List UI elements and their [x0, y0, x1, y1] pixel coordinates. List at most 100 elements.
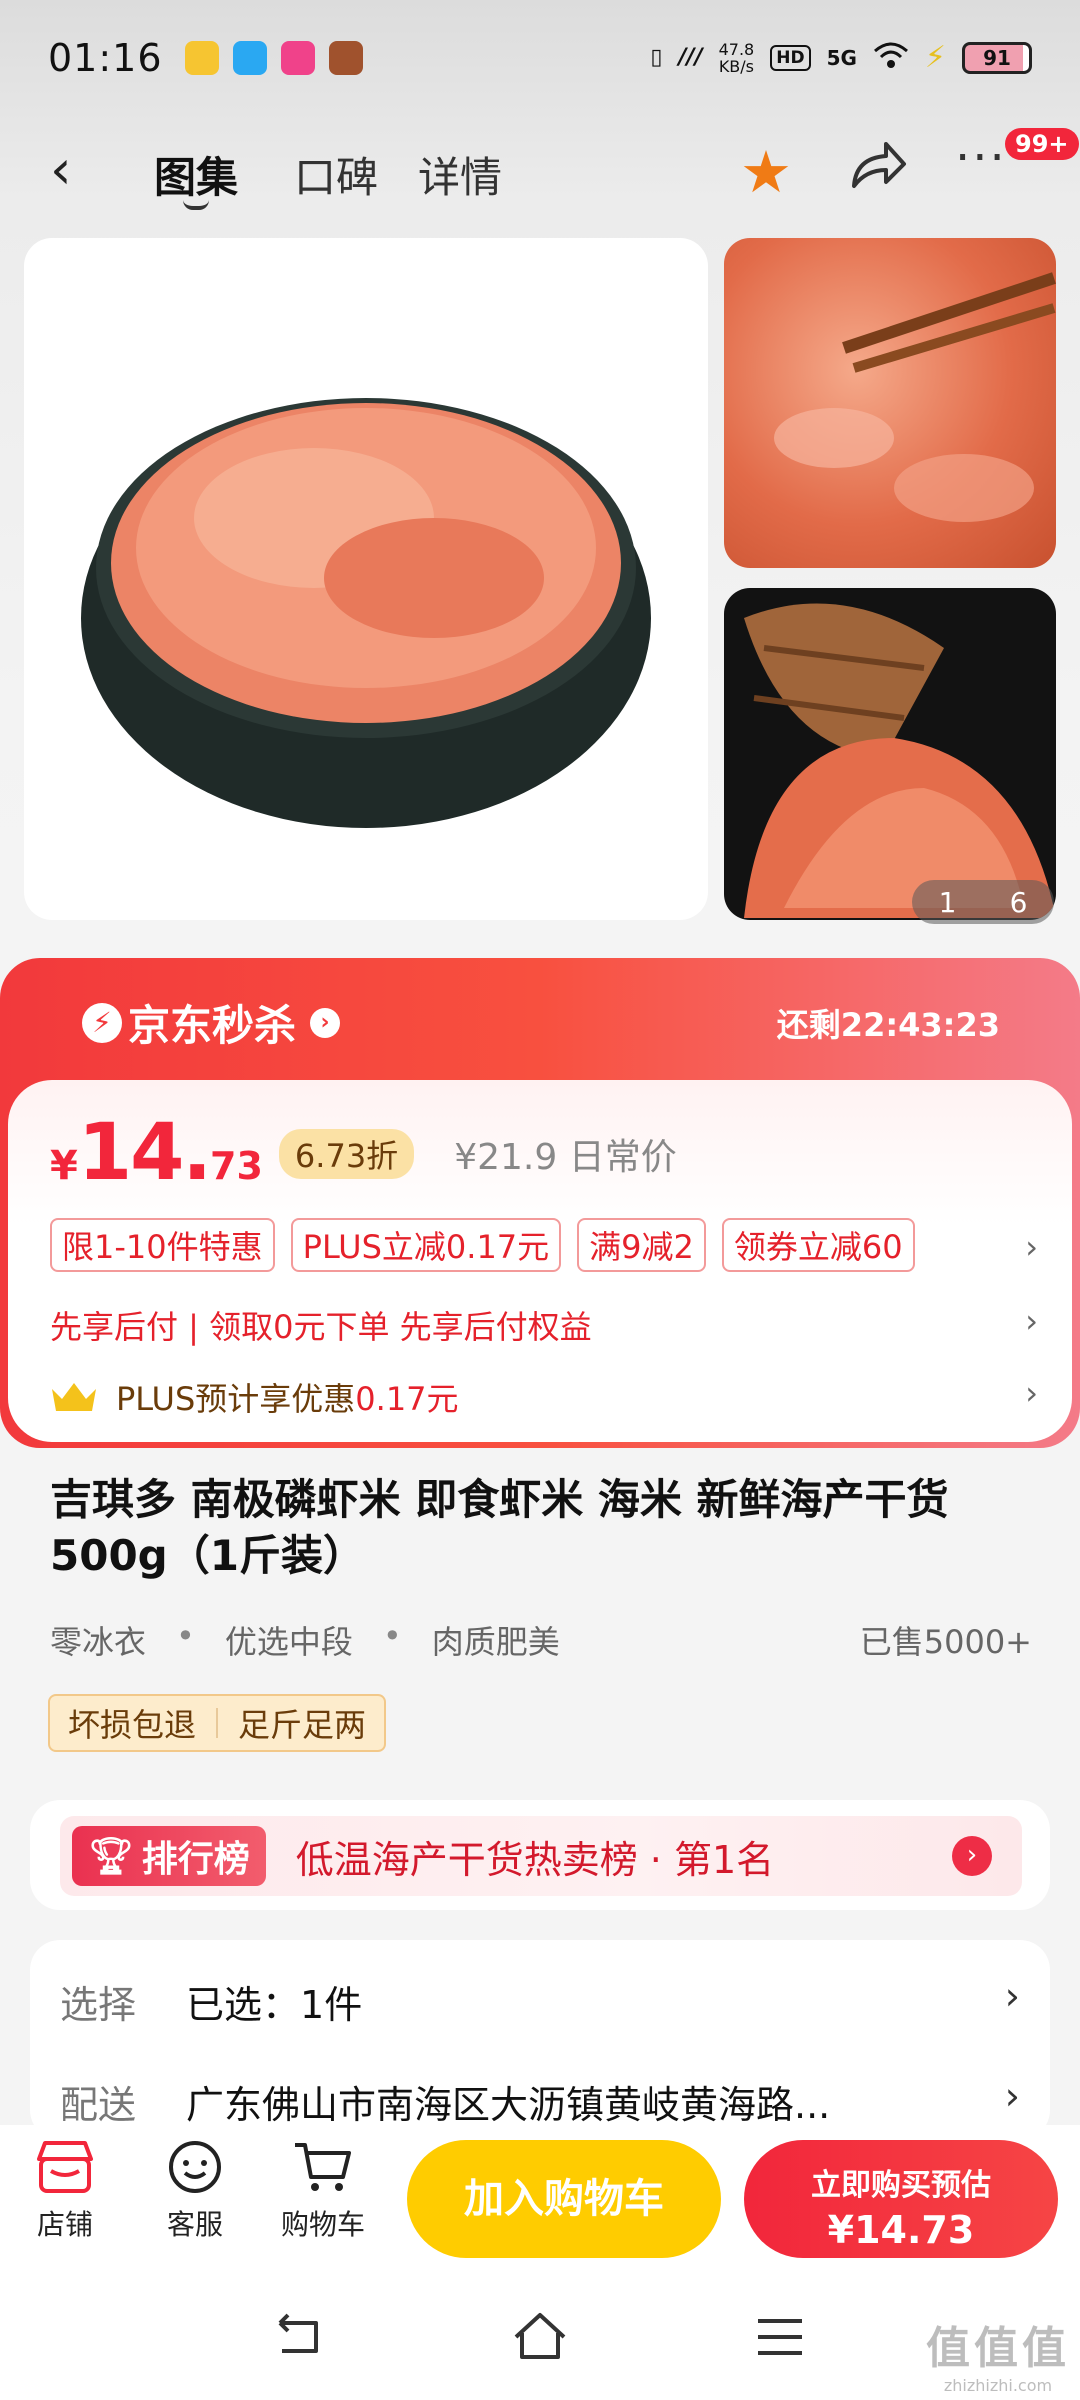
battery-icon: 91: [962, 41, 1032, 74]
feature-item: 肉质肥美: [431, 1623, 560, 1661]
tab-gallery[interactable]: 图集: [154, 144, 238, 205]
ranking-text: 低温海产干货热卖榜 · 第1名: [295, 1837, 775, 1882]
promise-item: 足斤足两: [238, 1706, 367, 1744]
status-bar: 01:16 ▯ /// 47.8 KB/s HD 5G ⚡ 91: [0, 0, 1080, 115]
system-navigation-bar: [0, 2285, 1080, 2400]
chevron-right-icon[interactable]: ›: [1025, 1302, 1038, 1340]
chevron-right-icon[interactable]: ›: [952, 1836, 992, 1876]
customer-service-button[interactable]: 客服: [140, 2137, 250, 2243]
store-icon: [37, 2141, 93, 2193]
ranking-banner[interactable]: 🏆︎ 排行榜 低温海产干货热卖榜 · 第1名 ›: [60, 1816, 1022, 1896]
product-features: 零冰衣 • 优选中段 • 肉质肥美: [50, 1617, 560, 1663]
ranking-badge: 🏆︎ 排行榜: [72, 1826, 266, 1886]
price-currency: ¥: [50, 1143, 78, 1189]
message-badge: 99+: [1005, 128, 1079, 160]
sold-count: 已售5000+: [859, 1623, 1032, 1661]
shrimp-basket-image: [744, 603, 1056, 918]
promo-tags[interactable]: 限1-10件特惠 PLUS立减0.17元 满9减2 领券立减60: [50, 1218, 915, 1272]
chevron-right-icon[interactable]: ›: [1025, 1228, 1038, 1266]
price-row: ¥ 14. 73 6.73折 ¥21.9 日常价: [50, 1108, 677, 1198]
trophy-icon: 🏆︎: [88, 1836, 134, 1877]
shrimp-chopsticks-image: [774, 272, 1056, 522]
delivery-address: 广东佛山市南海区大沥镇黄岐黄海路...: [186, 2083, 831, 2127]
select-value: 已选：1件: [186, 1983, 363, 2027]
separator-dot: •: [382, 1617, 402, 1655]
service-label: 客服: [166, 2208, 223, 2241]
game-notification-icon: [328, 40, 363, 75]
gallery-thumbnail-2[interactable]: [724, 588, 1056, 920]
buy-now-button[interactable]: 立即购买预估 ¥14.73: [744, 2140, 1058, 2258]
product-title: 吉琪多 南极磷虾米 即食虾米 海米 新鲜海产干货 500g（1斤装）: [50, 1475, 949, 1580]
notification-icons: [184, 40, 363, 75]
price-decimal: 73: [210, 1144, 263, 1188]
plus-amount: 0.17元: [355, 1380, 459, 1418]
customer-service-icon: [169, 2141, 221, 2193]
divider: [216, 1708, 219, 1738]
discount-badge: 6.73折: [278, 1129, 415, 1179]
net-speed: 47.8 KB/s: [719, 41, 755, 75]
net-speed-unit: KB/s: [718, 56, 755, 76]
ranking-card[interactable]: 🏆︎ 排行榜 低温海产干货热卖榜 · 第1名 ›: [30, 1800, 1050, 1910]
qq-notification-icon: [232, 40, 267, 75]
select-label: 选择: [60, 1983, 137, 2027]
shop-button[interactable]: 店铺: [10, 2137, 120, 2243]
bottom-action-bar: 店铺 客服 购物车 加入购物车 立即购买预估 ¥14.73: [0, 2125, 1080, 2285]
buy-now-label: 立即购买预估: [811, 2168, 991, 2203]
status-right: ▯ /// 47.8 KB/s HD 5G ⚡ 91: [650, 40, 1032, 75]
app-notification-icon: [184, 40, 219, 75]
signal-5g-icon: 5G: [826, 45, 857, 70]
product-info: 吉琪多 南极磷虾米 即食虾米 海米 新鲜海产干货 500g（1斤装） 零冰衣 •…: [0, 1452, 1080, 1782]
watermark-url: zhizhizhi.com: [943, 2376, 1053, 2395]
pay-later-row[interactable]: 先享后付 | 领取0元下单 先享后付权益: [50, 1302, 592, 1348]
system-back-icon[interactable]: [270, 2309, 326, 2365]
options-card: 选择 已选：1件 › 配送 广东佛山市南海区大沥镇黄岐黄海路... ›: [30, 1940, 1050, 2140]
charging-icon: ⚡: [924, 40, 946, 75]
chevron-right-icon[interactable]: ›: [1025, 1374, 1038, 1412]
price-integer: 14.: [77, 1108, 212, 1198]
shrimp-bowl-image: [81, 398, 651, 828]
back-icon[interactable]: ‹: [50, 138, 72, 201]
crown-icon: [52, 1383, 96, 1411]
image-counter-total: 6: [1009, 885, 1028, 919]
status-time: 01:16: [48, 35, 163, 80]
vibrate-icon: ▯: [650, 45, 663, 70]
chevron-right-icon: ›: [310, 1007, 341, 1038]
original-price: ¥21.9 日常价: [454, 1137, 677, 1178]
select-row[interactable]: 选择 已选：1件 ›: [60, 1974, 1020, 2029]
feature-item: 优选中段: [224, 1623, 353, 1661]
service-promises[interactable]: 坏损包退 足斤足两: [48, 1694, 387, 1752]
watermark: 值值值 zhizhizhi.com: [926, 2312, 1070, 2395]
gallery-thumbnail-1[interactable]: [724, 238, 1056, 568]
system-menu-icon[interactable]: [752, 2309, 808, 2365]
main-product-image[interactable]: [24, 238, 708, 920]
lightning-icon: ⚡: [82, 1002, 122, 1043]
promo-tag[interactable]: PLUS立减0.17元: [290, 1218, 562, 1272]
net-speed-value: 47.8: [718, 39, 755, 59]
buy-now-price: ¥14.73: [827, 2208, 975, 2252]
plus-member-row[interactable]: PLUS预计享优惠 0.17元: [50, 1374, 459, 1420]
cart-label: 购物车: [280, 2208, 365, 2241]
flash-sale-logo[interactable]: ⚡ 京东秒杀 ›: [82, 992, 341, 1053]
promo-tag[interactable]: 满9减2: [577, 1218, 706, 1272]
cart-button[interactable]: 购物车: [268, 2137, 378, 2243]
flash-sale-countdown: 还剩22:43:23: [776, 1006, 1000, 1044]
plus-text: PLUS预计享优惠: [116, 1380, 356, 1418]
ranking-badge-label: 排行榜: [141, 1839, 250, 1880]
chevron-right-icon: ›: [1004, 2074, 1020, 2118]
promo-tag[interactable]: 限1-10件特惠: [50, 1218, 275, 1272]
app-notification-icon: [280, 40, 315, 75]
promo-tag[interactable]: 领券立减60: [721, 1218, 915, 1272]
more-icon[interactable]: ···: [955, 130, 1007, 186]
system-home-icon[interactable]: [510, 2309, 570, 2365]
delivery-row[interactable]: 配送 广东佛山市南海区大沥镇黄岐黄海路... ›: [60, 2074, 1020, 2129]
hd-icon: HD: [770, 44, 811, 71]
tab-details[interactable]: 详情: [418, 144, 502, 205]
tab-active-indicator: [183, 200, 209, 210]
tab-reviews[interactable]: 口碑: [294, 144, 378, 205]
share-icon[interactable]: [846, 136, 908, 194]
image-counter-current: 1: [938, 885, 957, 919]
add-to-cart-button[interactable]: 加入购物车: [407, 2140, 721, 2258]
favorite-star-icon[interactable]: ★: [740, 138, 792, 206]
chevron-right-icon: ›: [1004, 1974, 1020, 2018]
price-panel: ¥ 14. 73 6.73折 ¥21.9 日常价 限1-10件特惠 PLUS立减…: [8, 1080, 1072, 1442]
